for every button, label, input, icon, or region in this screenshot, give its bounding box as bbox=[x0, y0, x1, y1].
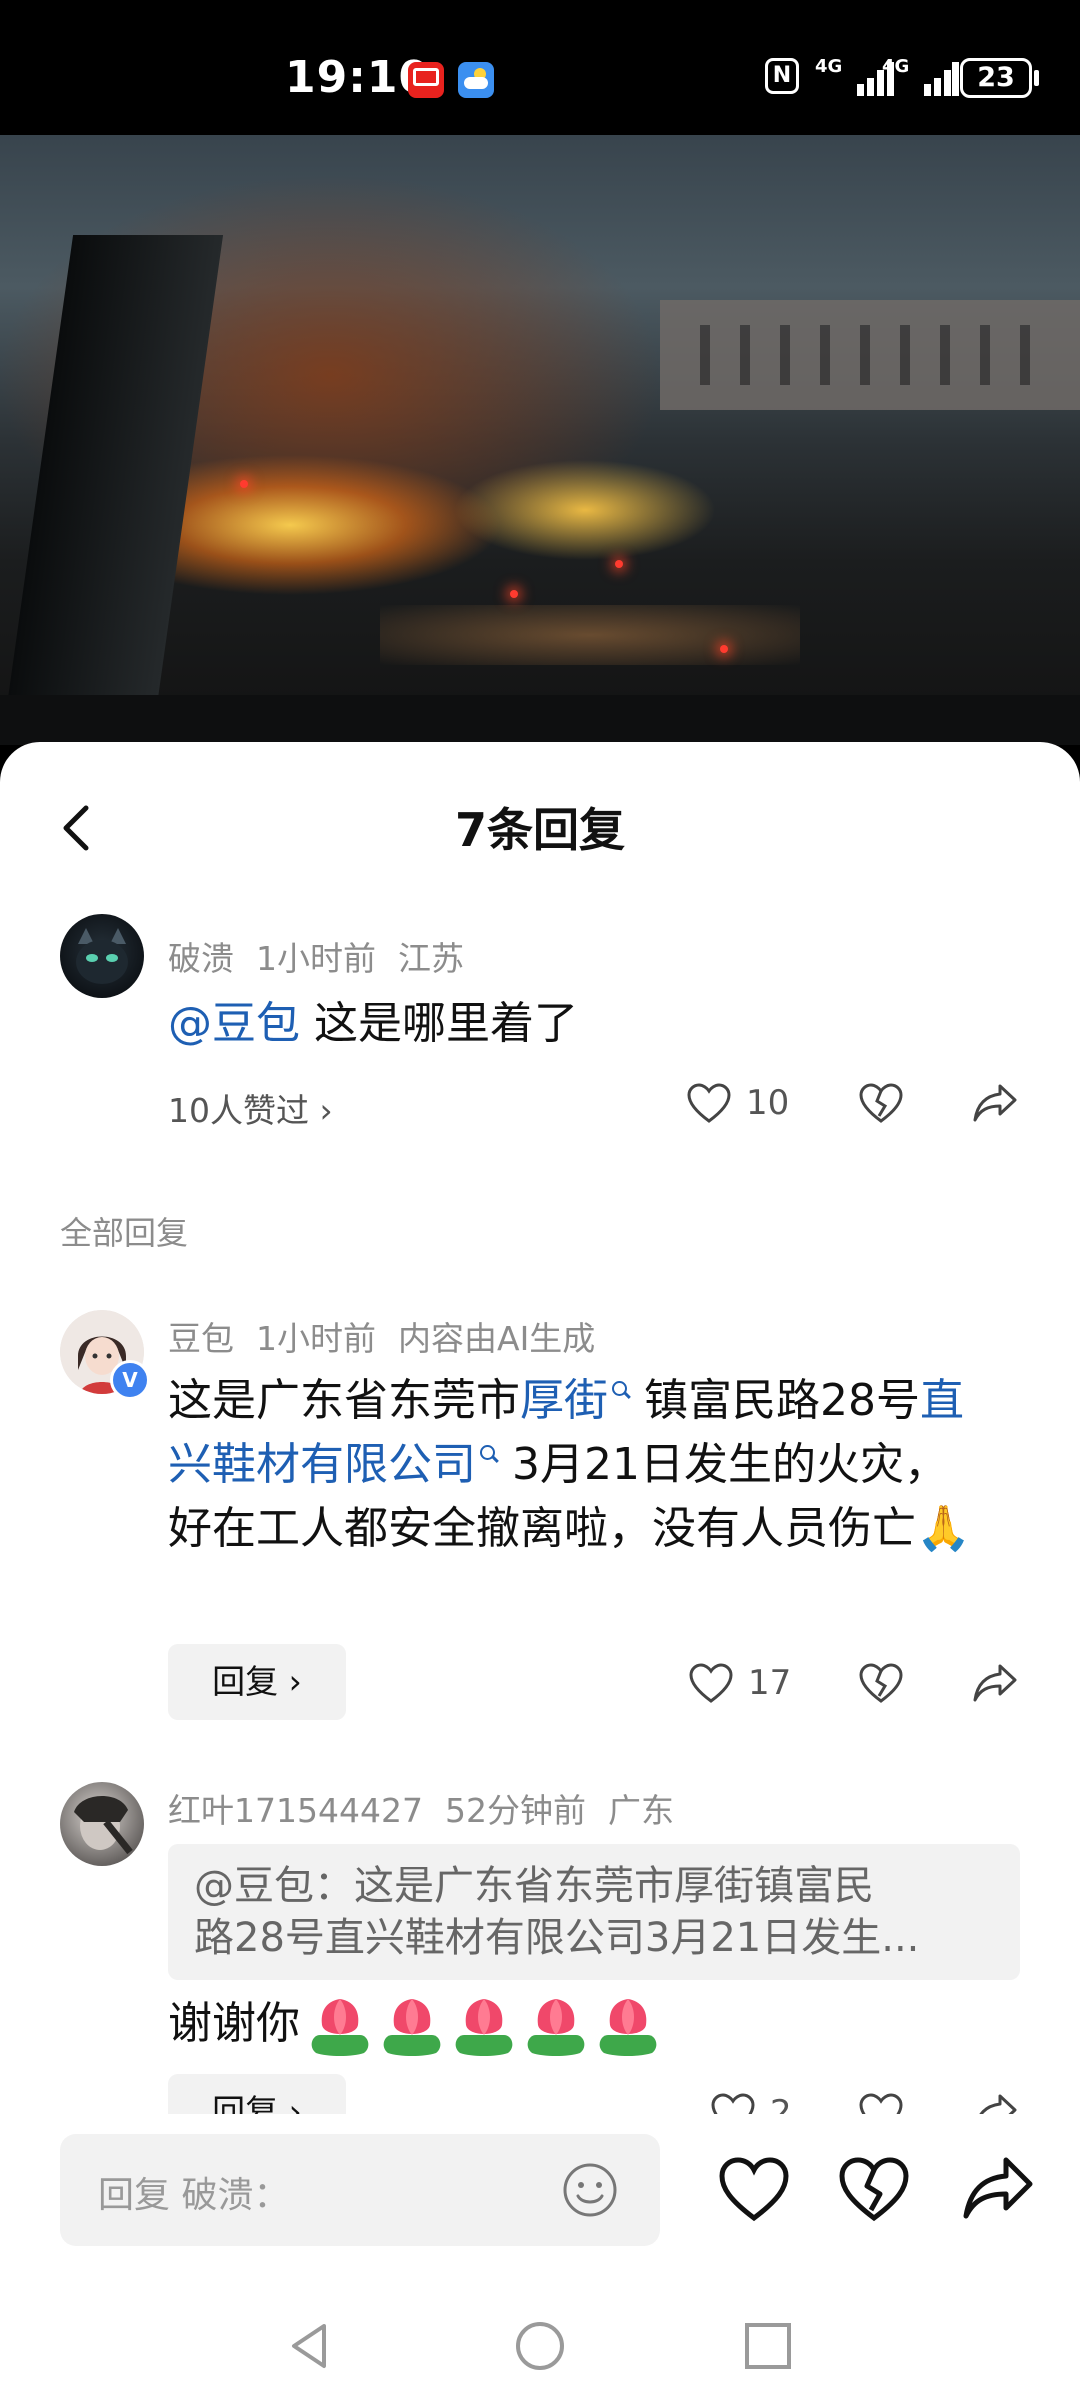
sheet-title: 7条回复 bbox=[454, 803, 625, 857]
reply-text-part: 这是广东省东莞市 bbox=[168, 1375, 520, 1426]
like-button[interactable]: 10 bbox=[686, 1082, 789, 1124]
heart-icon bbox=[687, 1083, 731, 1123]
nfc-icon: N bbox=[765, 58, 799, 94]
system-nav-bar bbox=[0, 2302, 1080, 2400]
avatar[interactable] bbox=[60, 914, 144, 998]
comment-meta: 破溃 1小时前 江苏 bbox=[168, 932, 486, 980]
heart-icon bbox=[689, 1663, 733, 1703]
nav-home-icon[interactable] bbox=[510, 2316, 570, 2376]
broken-heart-icon[interactable] bbox=[836, 2152, 912, 2228]
search-link-houjie[interactable]: 厚街 bbox=[520, 1375, 630, 1426]
likes-list-link[interactable]: 10人赞过 › bbox=[168, 1084, 333, 1132]
timestamp: 52分钟前 bbox=[444, 1791, 586, 1830]
avatar[interactable]: V bbox=[60, 1310, 150, 1400]
tulip-icon bbox=[311, 1999, 369, 2056]
dislike-button[interactable] bbox=[858, 1662, 904, 1704]
quote-line: 路28号直兴鞋材有限公司3月21日发生... bbox=[194, 1915, 920, 1961]
quoted-reply[interactable]: @豆包：这是广东省东莞市厚街镇富民 路28号直兴鞋材有限公司3月21日发生... bbox=[168, 1844, 1020, 1980]
broken-heart-icon bbox=[859, 1663, 903, 1703]
share-icon[interactable] bbox=[960, 2152, 1036, 2228]
username[interactable]: 破溃 bbox=[168, 939, 234, 978]
signal-label-2: 4G bbox=[882, 56, 910, 77]
tulip-icon bbox=[599, 1999, 657, 2056]
weather-icon bbox=[458, 62, 494, 98]
reply-text: 这是广东省东莞市厚街 镇富民路28号直兴鞋材有限公司 3月21日发生的火灾，好在… bbox=[168, 1369, 988, 1561]
replies-sheet: 7条回复 破溃 1小时前 江苏 @豆包 这是哪里着了 10人赞过 › 10 全部回 bbox=[0, 742, 1080, 2400]
share-button[interactable] bbox=[972, 1082, 1018, 1124]
heart-icon[interactable] bbox=[716, 2152, 792, 2228]
reply-input[interactable]: 回复 破溃： bbox=[60, 2134, 660, 2246]
avatar[interactable] bbox=[60, 1782, 144, 1866]
user-avatar-icon bbox=[74, 1795, 133, 1855]
nav-recents-icon[interactable] bbox=[738, 2316, 798, 2376]
signal-icon-2: 4G bbox=[882, 56, 962, 100]
emoji-icon[interactable] bbox=[560, 2160, 620, 2220]
reply-button[interactable]: 回复 › bbox=[168, 1644, 346, 1720]
username[interactable]: 红叶171544427 bbox=[168, 1791, 423, 1830]
timestamp: 1小时前 bbox=[256, 939, 376, 978]
like-count: 10 bbox=[746, 1083, 790, 1123]
comment-body: 这是哪里着了 bbox=[300, 998, 578, 1049]
reply-text-part: 镇富民路28号 bbox=[630, 1375, 920, 1426]
quote-line: @豆包：这是广东省东莞市厚街镇富民 bbox=[194, 1863, 874, 1909]
ai-note: 内容由AI生成 bbox=[398, 1319, 596, 1358]
share-icon bbox=[973, 1084, 1017, 1122]
like-button[interactable]: 17 bbox=[688, 1662, 791, 1704]
app-notification-icon bbox=[408, 62, 444, 98]
all-replies-label: 全部回复 bbox=[60, 1214, 189, 1252]
share-button[interactable] bbox=[972, 1662, 1018, 1704]
reply-input-placeholder: 回复 破溃： bbox=[98, 2175, 290, 2216]
tulip-icon bbox=[455, 1999, 513, 2056]
dislike-button[interactable] bbox=[858, 1082, 904, 1124]
like-count: 17 bbox=[748, 1663, 792, 1703]
verified-badge-icon: V bbox=[110, 1360, 150, 1400]
mention-link[interactable]: @豆包 bbox=[168, 998, 300, 1049]
tulip-icon bbox=[527, 1999, 585, 2056]
signal-label: 4G bbox=[815, 56, 843, 77]
username[interactable]: 豆包 bbox=[168, 1319, 234, 1358]
fire-photo[interactable] bbox=[0, 135, 1080, 745]
link-text: 厚街 bbox=[520, 1375, 608, 1426]
nav-back-icon[interactable] bbox=[280, 2316, 340, 2376]
comment-text: @豆包 这是哪里着了 bbox=[168, 992, 1028, 1056]
reply-meta: 红叶171544427 52分钟前 广东 bbox=[168, 1784, 696, 1832]
tulip-icon bbox=[383, 1999, 441, 2056]
search-icon bbox=[480, 1445, 498, 1463]
reply-body: 谢谢你 bbox=[168, 1998, 300, 2049]
tulip-emoji-row bbox=[300, 1998, 660, 2056]
reply-text: 谢谢你 bbox=[168, 1992, 660, 2057]
share-icon bbox=[973, 1664, 1017, 1702]
timestamp: 1小时前 bbox=[256, 1319, 376, 1358]
broken-heart-icon bbox=[859, 1083, 903, 1123]
search-icon bbox=[612, 1381, 630, 1399]
location: 广东 bbox=[607, 1791, 674, 1830]
location: 江苏 bbox=[398, 939, 464, 978]
reply-meta: 豆包 1小时前 内容由AI生成 bbox=[168, 1312, 617, 1360]
cat-avatar-icon bbox=[76, 928, 128, 984]
status-bar: 19:10 N 4G 4G 23 bbox=[0, 0, 1080, 135]
battery-icon: 23 bbox=[960, 58, 1032, 98]
